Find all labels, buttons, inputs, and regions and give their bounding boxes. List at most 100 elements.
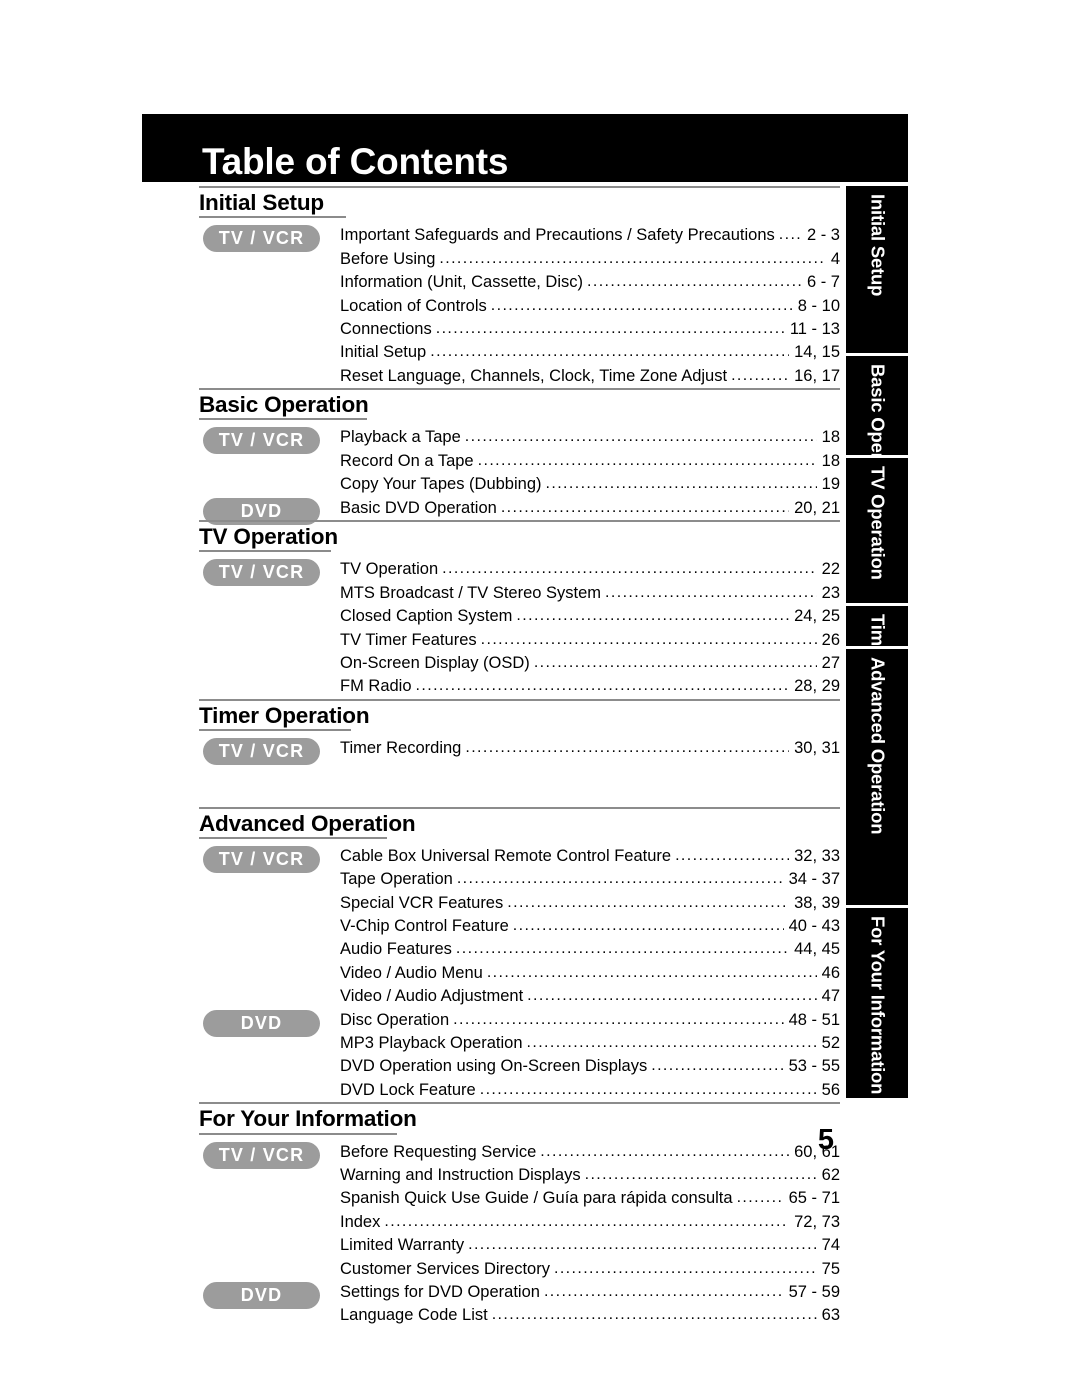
toc-entry[interactable]: TV Operation............................… [340,558,840,581]
toc-entry[interactable]: FM Radio................................… [340,675,840,698]
toc-entry[interactable]: Language Code List......................… [340,1304,840,1327]
toc-entry[interactable]: Record On a Tape........................… [340,450,840,473]
dot-leader: ........................................… [384,1212,789,1230]
toc-entry-title: Closed Caption System [340,607,513,626]
dot-leader: ........................................… [435,319,785,337]
toc-entry[interactable]: Index...................................… [340,1211,840,1234]
toc-entry[interactable]: MTS Broadcast / TV Stereo System........… [340,582,840,605]
dot-leader: ........................................… [477,451,817,469]
toc-entry[interactable]: Reset Language, Channels, Clock, Time Zo… [340,365,840,388]
toc-entry[interactable]: Video / Audio Adjustment................… [340,985,840,1008]
toc-page: Table of Contents Initial Setup TV / VCR I… [0,0,1080,1397]
toc-entry-title: Before Using [340,249,436,268]
section-heading-underline [199,550,331,553]
toc-entry[interactable]: Limited Warranty........................… [340,1234,840,1257]
toc-entry[interactable]: On-Screen Display (OSD).................… [340,652,840,675]
dot-leader: ........................................… [675,846,789,864]
toc-entry[interactable]: Location of Controls....................… [340,295,840,318]
toc-entry-title: DVD Operation using On-Screen Displays [340,1057,648,1076]
toc-entry-page: 26 [821,630,840,649]
toc-entry-page: 52 [821,1034,840,1053]
toc-group: TV / VCR Cable Box Universal Remote Contr… [199,845,840,1009]
side-tab[interactable]: Basic Operation [846,355,908,456]
toc-entry[interactable]: Customer Services Directory.............… [340,1258,840,1281]
toc-entry[interactable]: Special VCR Features....................… [340,892,840,915]
toc-entry[interactable]: Timer Recording.........................… [340,737,840,760]
side-tab[interactable]: TV Operation [846,458,908,603]
toc-entry[interactable]: Before Requesting Service...............… [340,1141,840,1164]
page-number: 5 [817,1124,835,1156]
toc-entry[interactable]: Settings for DVD Operation..............… [340,1281,840,1304]
toc-entry[interactable]: Initial Setup...........................… [340,341,840,364]
side-tab[interactable]: Initial Setup [846,186,908,353]
toc-entry-list: Basic DVD Operation.....................… [340,497,840,520]
toc-entry-title: V-Chip Control Feature [340,917,509,936]
dot-leader: ........................................… [453,1010,783,1028]
toc-entry[interactable]: Disc Operation..........................… [340,1009,840,1032]
toc-entry-title: Before Requesting Service [340,1142,537,1161]
toc-section: Initial Setup TV / VCR Important Safeguard… [199,186,840,388]
toc-entry[interactable]: Playback a Tape.........................… [340,426,840,449]
toc-entry-page: 40 - 43 [788,917,840,936]
side-tab[interactable]: Advanced Operation [846,648,908,906]
toc-entry-page: 63 [821,1306,840,1325]
toc-entry-title: Customer Services Directory [340,1259,550,1278]
section-heading: Advanced Operation [199,810,416,836]
dot-leader: ........................................… [480,630,817,648]
toc-entry-title: Important Safeguards and Precautions / S… [340,226,775,245]
section-heading: Initial Setup [199,190,324,215]
toc-entry[interactable]: Basic DVD Operation.....................… [340,497,840,520]
toc-section: TV Operation TV / VCR TV Operation........… [199,520,840,699]
toc-entry-page: 74 [821,1236,840,1255]
toc-entry[interactable]: Spanish Quick Use Guide / Guía para rápi… [340,1187,840,1210]
toc-entry[interactable]: Connections.............................… [340,318,840,341]
toc-entry-title: TV Timer Features [340,630,477,649]
toc-entry-page: 2 - 3 [806,226,840,245]
toc-entry-list: Important Safeguards and Precautions / S… [340,224,840,388]
toc-entry-list: Cable Box Universal Remote Control Featu… [340,845,840,1009]
toc-sections: Initial Setup TV / VCR Important Safeguard… [199,186,840,1328]
toc-entry-page: 62 [821,1165,840,1184]
media-badge: DVD [203,1282,320,1309]
toc-entry-page: 11 - 13 [789,319,840,338]
toc-entry-list: TV Operation............................… [340,558,840,698]
toc-entry-page: 46 [821,963,840,982]
toc-section: Timer Operation TV / VCR Timer Recording..… [199,698,840,807]
toc-entry[interactable]: Tape Operation..........................… [340,868,840,891]
toc-entry-title: FM Radio [340,677,412,696]
toc-entry-page: 19 [821,475,840,494]
toc-entry[interactable]: DVD Lock Feature........................… [340,1079,840,1102]
dot-leader: ........................................… [456,870,784,888]
toc-entry-list: Timer Recording.........................… [340,737,840,760]
media-badge: DVD [203,1009,320,1037]
dot-leader: ........................................… [479,1080,817,1098]
toc-entry[interactable]: Audio Features..........................… [340,938,840,961]
side-tab[interactable]: Timer Operation [846,605,908,646]
dot-leader: ........................................… [500,498,789,516]
toc-entry[interactable]: Closed Caption System...................… [340,605,840,628]
toc-entry[interactable]: Important Safeguards and Precautions / S… [340,224,840,247]
toc-entry[interactable]: Information (Unit, Cassette, Disc)......… [340,271,840,294]
dot-leader: ........................................… [731,366,790,384]
toc-entry-page: 38, 39 [794,893,840,912]
toc-entry[interactable]: MP3 Playback Operation..................… [340,1032,840,1055]
dot-leader: ........................................… [507,893,790,911]
toc-entry[interactable]: DVD Operation using On-Screen Displays..… [340,1055,840,1078]
side-tab-label: TV Operation [867,466,889,581]
toc-entry[interactable]: TV Timer Features.......................… [340,629,840,652]
dot-leader: ........................................… [415,677,790,695]
toc-entry-page: 72, 73 [794,1212,840,1231]
toc-entry[interactable]: Before Using............................… [340,248,840,271]
toc-entry[interactable]: Video / Audio Menu......................… [340,962,840,985]
toc-entry[interactable]: Copy Your Tapes (Dubbing)...............… [340,473,840,496]
toc-entry-page: 57 - 59 [788,1283,840,1301]
side-tab-label: Advanced Operation [867,656,889,835]
toc-entry[interactable]: Warning and Instruction Displays........… [340,1164,840,1187]
toc-entry-title: Spanish Quick Use Guide / Guía para rápi… [340,1189,733,1208]
toc-entry-title: Location of Controls [340,296,487,315]
toc-entry-title: Video / Audio Adjustment [340,987,524,1006]
side-tab[interactable]: For Your Information [846,908,908,1098]
toc-entry[interactable]: V-Chip Control Feature..................… [340,915,840,938]
dot-leader: ........................................… [512,917,784,935]
toc-entry[interactable]: Cable Box Universal Remote Control Featu… [340,845,840,868]
